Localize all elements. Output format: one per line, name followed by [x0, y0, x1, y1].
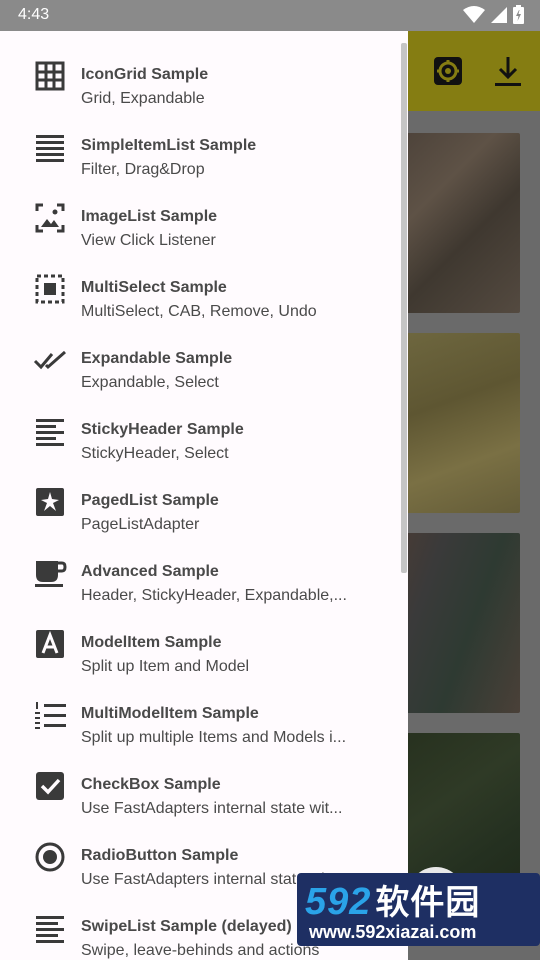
drawer-item-title: ImageList Sample [81, 208, 218, 225]
letter-a-icon [32, 626, 68, 662]
image-icon [32, 200, 68, 236]
drawer-item-advanced[interactable]: Advanced Sample Header, StickyHeader, Ex… [0, 539, 398, 610]
drawer-item-title: ModelItem Sample [81, 634, 222, 651]
double-check-icon [32, 342, 68, 378]
drawer-item-modelitem[interactable]: ModelItem Sample Split up Item and Model [0, 610, 398, 681]
settings-icon[interactable] [430, 53, 466, 89]
watermark-digits: 592 [305, 881, 372, 923]
drawer-item-subtitle: Filter, Drag&Drop [81, 161, 205, 178]
drawer-item-title: SwipeList Sample (delayed) [81, 918, 292, 935]
drawer-item-stickyheader[interactable]: StickyHeader Sample StickyHeader, Select [0, 397, 398, 468]
lines-icon [32, 910, 68, 946]
drawer-item-icongrid[interactable]: IconGrid Sample Grid, Expandable [0, 42, 398, 113]
system-icons [463, 5, 524, 24]
drawer-item-title: Expandable Sample [81, 350, 233, 367]
drawer-item-multiselect[interactable]: MultiSelect Sample MultiSelect, CAB, Rem… [0, 255, 398, 326]
drawer-item-title: PagedList Sample [81, 492, 219, 509]
drawer-item-title: IconGrid Sample [81, 66, 209, 83]
drawer-item-subtitle: Split up multiple Items and Models i... [81, 729, 347, 746]
status-time: 4:43 [18, 6, 50, 23]
drawer-item-subtitle: View Click Listener [81, 232, 216, 249]
battery-icon [513, 5, 524, 24]
drawer-item-simpleitemlist[interactable]: SimpleItemList Sample Filter, Drag&Drop [0, 113, 398, 184]
select-all-icon [32, 271, 68, 307]
drawer-item-title: StickyHeader Sample [81, 421, 244, 438]
drawer-item-multimodelitem[interactable]: MultiModelItem Sample Split up multiple … [0, 681, 398, 752]
drawer-item-subtitle: Header, StickyHeader, Expandable,... [81, 587, 347, 604]
radio-button-icon [32, 839, 68, 875]
drawer-item-title: MultiModelItem Sample [81, 705, 259, 722]
signal-icon [491, 6, 507, 23]
grid-icon [32, 58, 68, 94]
drawer-item-checkbox[interactable]: CheckBox Sample Use FastAdapters interna… [0, 752, 398, 823]
coffee-icon [32, 555, 68, 591]
drawer-item-subtitle: PageListAdapter [81, 516, 200, 533]
drawer-item-subtitle: Use FastAdapters internal state wit... [81, 800, 343, 817]
drawer-item-subtitle: MultiSelect, CAB, Remove, Undo [81, 303, 317, 320]
watermark-logo-text: 592 软件园 [305, 875, 480, 924]
drawer-item-title: CheckBox Sample [81, 776, 221, 793]
drawer-item-title: SimpleItemList Sample [81, 137, 257, 154]
drawer-item-pagedlist[interactable]: PagedList Sample PageListAdapter [0, 468, 398, 539]
status-bar: 4:43 [0, 0, 540, 31]
drawer-item-subtitle: StickyHeader, Select [81, 445, 229, 462]
drawer-item-title: RadioButton Sample [81, 847, 239, 864]
watermark-url: www.592xiazai.com [309, 922, 477, 942]
checkbox-icon [32, 768, 68, 804]
navigation-drawer: IconGrid Sample Grid, Expandable SimpleI… [0, 31, 408, 960]
drawer-item-imagelist[interactable]: ImageList Sample View Click Listener [0, 184, 398, 255]
list-lines-icon [32, 129, 68, 165]
watermark-logo: 592 软件园 www.592xiazai.com [297, 873, 540, 946]
drawer-item-title: Advanced Sample [81, 563, 219, 580]
drawer-item-subtitle: Split up Item and Model [81, 658, 250, 675]
watermark-brand: 软件园 [375, 884, 481, 922]
puzzle-icon [32, 484, 68, 520]
align-left-icon [32, 413, 68, 449]
drawer-item-subtitle: Expandable, Select [81, 374, 219, 391]
drawer-item-title: MultiSelect Sample [81, 279, 227, 296]
drawer-item-expandable[interactable]: Expandable Sample Expandable, Select [0, 326, 398, 397]
numbered-list-icon [32, 697, 68, 733]
wifi-icon [463, 5, 485, 23]
download-icon[interactable] [490, 53, 526, 89]
drawer-scrollbar[interactable] [401, 43, 407, 573]
drawer-item-subtitle: Grid, Expandable [81, 90, 205, 107]
